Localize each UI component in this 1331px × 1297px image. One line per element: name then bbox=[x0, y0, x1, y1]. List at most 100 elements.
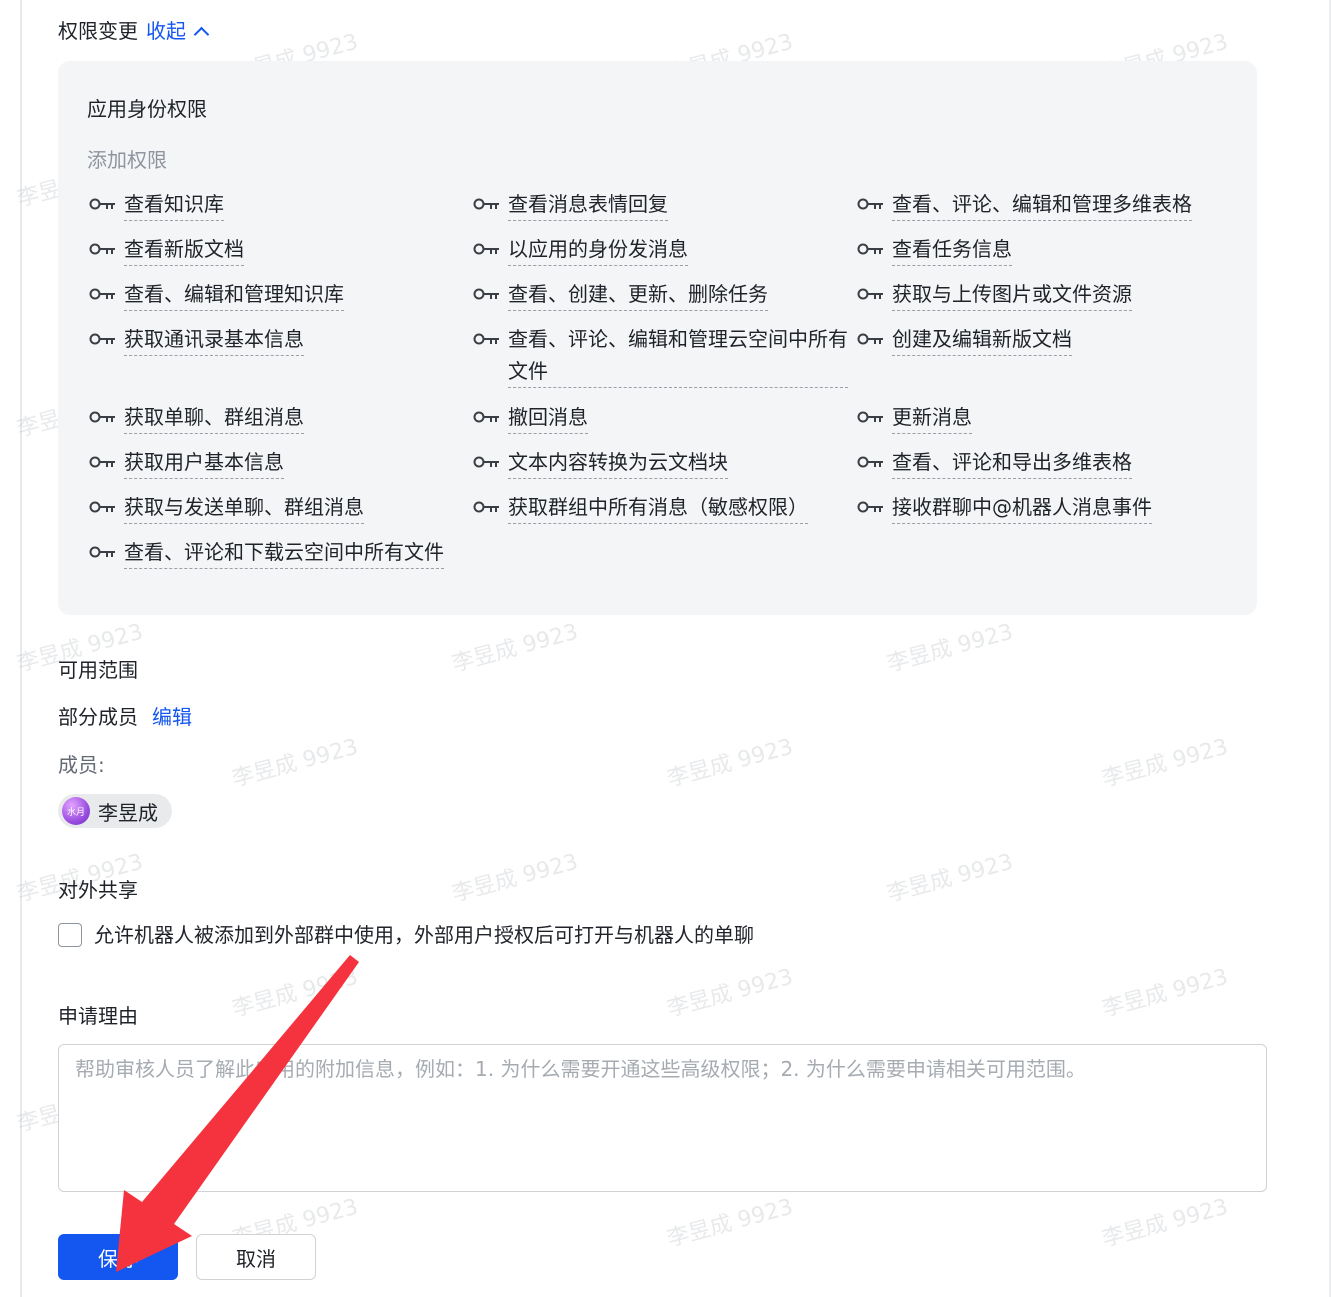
watermark-text: 李昱成 9923 bbox=[884, 849, 1016, 908]
key-icon bbox=[473, 446, 501, 478]
permission-label: 文本内容转换为云文档块 bbox=[508, 446, 728, 479]
external-share-label: 对外共享 bbox=[58, 878, 138, 902]
scope-label: 可用范围 bbox=[58, 658, 138, 682]
key-icon bbox=[89, 536, 117, 568]
key-icon bbox=[857, 278, 885, 310]
watermark-text: 李昱成 9923 bbox=[884, 619, 1016, 678]
permission-item[interactable]: 获取用户基本信息 bbox=[89, 446, 459, 479]
key-icon bbox=[857, 233, 885, 265]
add-permissions-label: 添加权限 bbox=[87, 148, 167, 172]
members-label: 成员: bbox=[58, 753, 105, 777]
key-icon bbox=[89, 323, 117, 355]
permission-label: 查看、创建、更新、删除任务 bbox=[508, 278, 768, 311]
watermark-text: 李昱成 9923 bbox=[664, 964, 796, 1023]
permission-label: 查看、评论和下载云空间中所有文件 bbox=[124, 536, 444, 569]
key-icon bbox=[857, 188, 885, 220]
chevron-up-icon bbox=[193, 26, 210, 42]
permission-item[interactable]: 查看、编辑和管理知识库 bbox=[89, 278, 459, 311]
permission-item[interactable]: 查看、评论和导出多维表格 bbox=[857, 446, 1232, 479]
watermark-text: 李昱成 9923 bbox=[1099, 1194, 1231, 1253]
key-icon bbox=[857, 401, 885, 433]
watermark-text: 李昱成 9923 bbox=[449, 619, 581, 678]
member-name: 李昱成 bbox=[98, 800, 158, 825]
key-icon bbox=[473, 233, 501, 265]
key-icon bbox=[857, 323, 885, 355]
scope-value: 部分成员 bbox=[58, 705, 138, 729]
permission-label: 查看、评论、编辑和管理多维表格 bbox=[892, 188, 1192, 221]
app-permission-form: 李昱成 9923 李昱成 9923 李昱成 9923 李昱成 9923 李昱成 9923… bbox=[0, 0, 1331, 1297]
permission-change-title: 权限变更 bbox=[58, 19, 138, 43]
permission-label: 查看、评论、编辑和管理云空间中所有文件 bbox=[508, 323, 848, 388]
external-share-row: 允许机器人被添加到外部群中使用，外部用户授权后可打开与机器人的单聊 bbox=[58, 920, 754, 950]
allow-external-checkbox-label[interactable]: 允许机器人被添加到外部群中使用，外部用户授权后可打开与机器人的单聊 bbox=[94, 920, 754, 950]
key-icon bbox=[89, 278, 117, 310]
key-icon bbox=[857, 446, 885, 478]
key-icon bbox=[473, 323, 501, 355]
key-icon bbox=[89, 188, 117, 220]
watermark-text: 李昱成 9923 bbox=[229, 964, 361, 1023]
permission-label: 查看、评论和导出多维表格 bbox=[892, 446, 1132, 479]
permission-item[interactable]: 撤回消息 bbox=[473, 401, 848, 434]
permission-item[interactable]: 更新消息 bbox=[857, 401, 1232, 434]
permission-item[interactable]: 获取与发送单聊、群组消息 bbox=[89, 491, 459, 524]
permission-label: 获取通讯录基本信息 bbox=[124, 323, 304, 356]
permission-item[interactable]: 查看任务信息 bbox=[857, 233, 1232, 266]
permission-change-header: 权限变更 收起 bbox=[58, 16, 210, 46]
edit-scope-link[interactable]: 编辑 bbox=[152, 702, 192, 732]
key-icon bbox=[473, 491, 501, 523]
key-icon bbox=[89, 401, 117, 433]
key-icon bbox=[89, 446, 117, 478]
permission-item[interactable]: 以应用的身份发消息 bbox=[473, 233, 848, 266]
permission-label: 接收群聊中@机器人消息事件 bbox=[892, 491, 1152, 524]
permission-item[interactable]: 获取群组中所有消息（敏感权限） bbox=[473, 491, 848, 524]
permissions-panel: 应用身份权限 添加权限 查看知识库 查看消息表情回复 查看、评论、编辑和管理多维表格… bbox=[58, 61, 1257, 615]
key-icon bbox=[89, 233, 117, 265]
watermark-text: 李昱成 9923 bbox=[664, 734, 796, 793]
watermark-text: 李昱成 9923 bbox=[1099, 964, 1231, 1023]
member-chip: 水月 李昱成 bbox=[58, 794, 172, 828]
reason-label: 申请理由 bbox=[58, 1004, 138, 1028]
permission-label: 查看消息表情回复 bbox=[508, 188, 668, 221]
permission-label: 获取单聊、群组消息 bbox=[124, 401, 304, 434]
left-divider bbox=[20, 0, 22, 1297]
scope-row: 部分成员 编辑 bbox=[58, 702, 192, 732]
permission-label: 查看、编辑和管理知识库 bbox=[124, 278, 344, 311]
key-icon bbox=[89, 491, 117, 523]
watermark-text: 李昱成 9923 bbox=[449, 849, 581, 908]
permission-label: 获取与发送单聊、群组消息 bbox=[124, 491, 364, 524]
permission-label: 以应用的身份发消息 bbox=[508, 233, 688, 266]
permission-item[interactable]: 获取单聊、群组消息 bbox=[89, 401, 459, 434]
permission-item[interactable]: 文本内容转换为云文档块 bbox=[473, 446, 848, 479]
permission-label: 撤回消息 bbox=[508, 401, 588, 434]
panel-title: 应用身份权限 bbox=[87, 97, 207, 121]
permission-label: 获取用户基本信息 bbox=[124, 446, 284, 479]
permission-label: 查看新版文档 bbox=[124, 233, 244, 266]
permission-item[interactable]: 查看、评论和下载云空间中所有文件 bbox=[89, 536, 459, 569]
collapse-label: 收起 bbox=[146, 19, 186, 43]
permission-item[interactable]: 获取与上传图片或文件资源 bbox=[857, 278, 1232, 311]
reason-textarea[interactable] bbox=[58, 1044, 1267, 1192]
permission-item[interactable]: 查看、评论、编辑和管理多维表格 bbox=[857, 188, 1232, 221]
save-button[interactable]: 保存 bbox=[58, 1234, 178, 1280]
permission-item[interactable]: 查看、评论、编辑和管理云空间中所有文件 bbox=[473, 323, 848, 388]
permission-label: 查看任务信息 bbox=[892, 233, 1012, 266]
permission-label: 创建及编辑新版文档 bbox=[892, 323, 1072, 356]
allow-external-checkbox[interactable] bbox=[58, 923, 82, 947]
permission-item[interactable]: 查看、创建、更新、删除任务 bbox=[473, 278, 848, 311]
permission-item[interactable]: 创建及编辑新版文档 bbox=[857, 323, 1232, 356]
permission-item[interactable]: 查看新版文档 bbox=[89, 233, 459, 266]
permission-label: 查看知识库 bbox=[124, 188, 224, 221]
avatar: 水月 bbox=[62, 797, 90, 825]
cancel-button[interactable]: 取消 bbox=[196, 1234, 316, 1280]
key-icon bbox=[473, 401, 501, 433]
watermark-text: 李昱成 9923 bbox=[1099, 734, 1231, 793]
collapse-button[interactable]: 收起 bbox=[146, 16, 210, 46]
permission-item[interactable]: 接收群聊中@机器人消息事件 bbox=[857, 491, 1232, 524]
permission-item[interactable]: 获取通讯录基本信息 bbox=[89, 323, 459, 356]
permission-item[interactable]: 查看消息表情回复 bbox=[473, 188, 848, 221]
permission-item[interactable]: 查看知识库 bbox=[89, 188, 459, 221]
watermark-text: 李昱成 9923 bbox=[664, 1194, 796, 1253]
permission-label: 更新消息 bbox=[892, 401, 972, 434]
permission-label: 获取群组中所有消息（敏感权限） bbox=[508, 491, 808, 524]
key-icon bbox=[857, 491, 885, 523]
